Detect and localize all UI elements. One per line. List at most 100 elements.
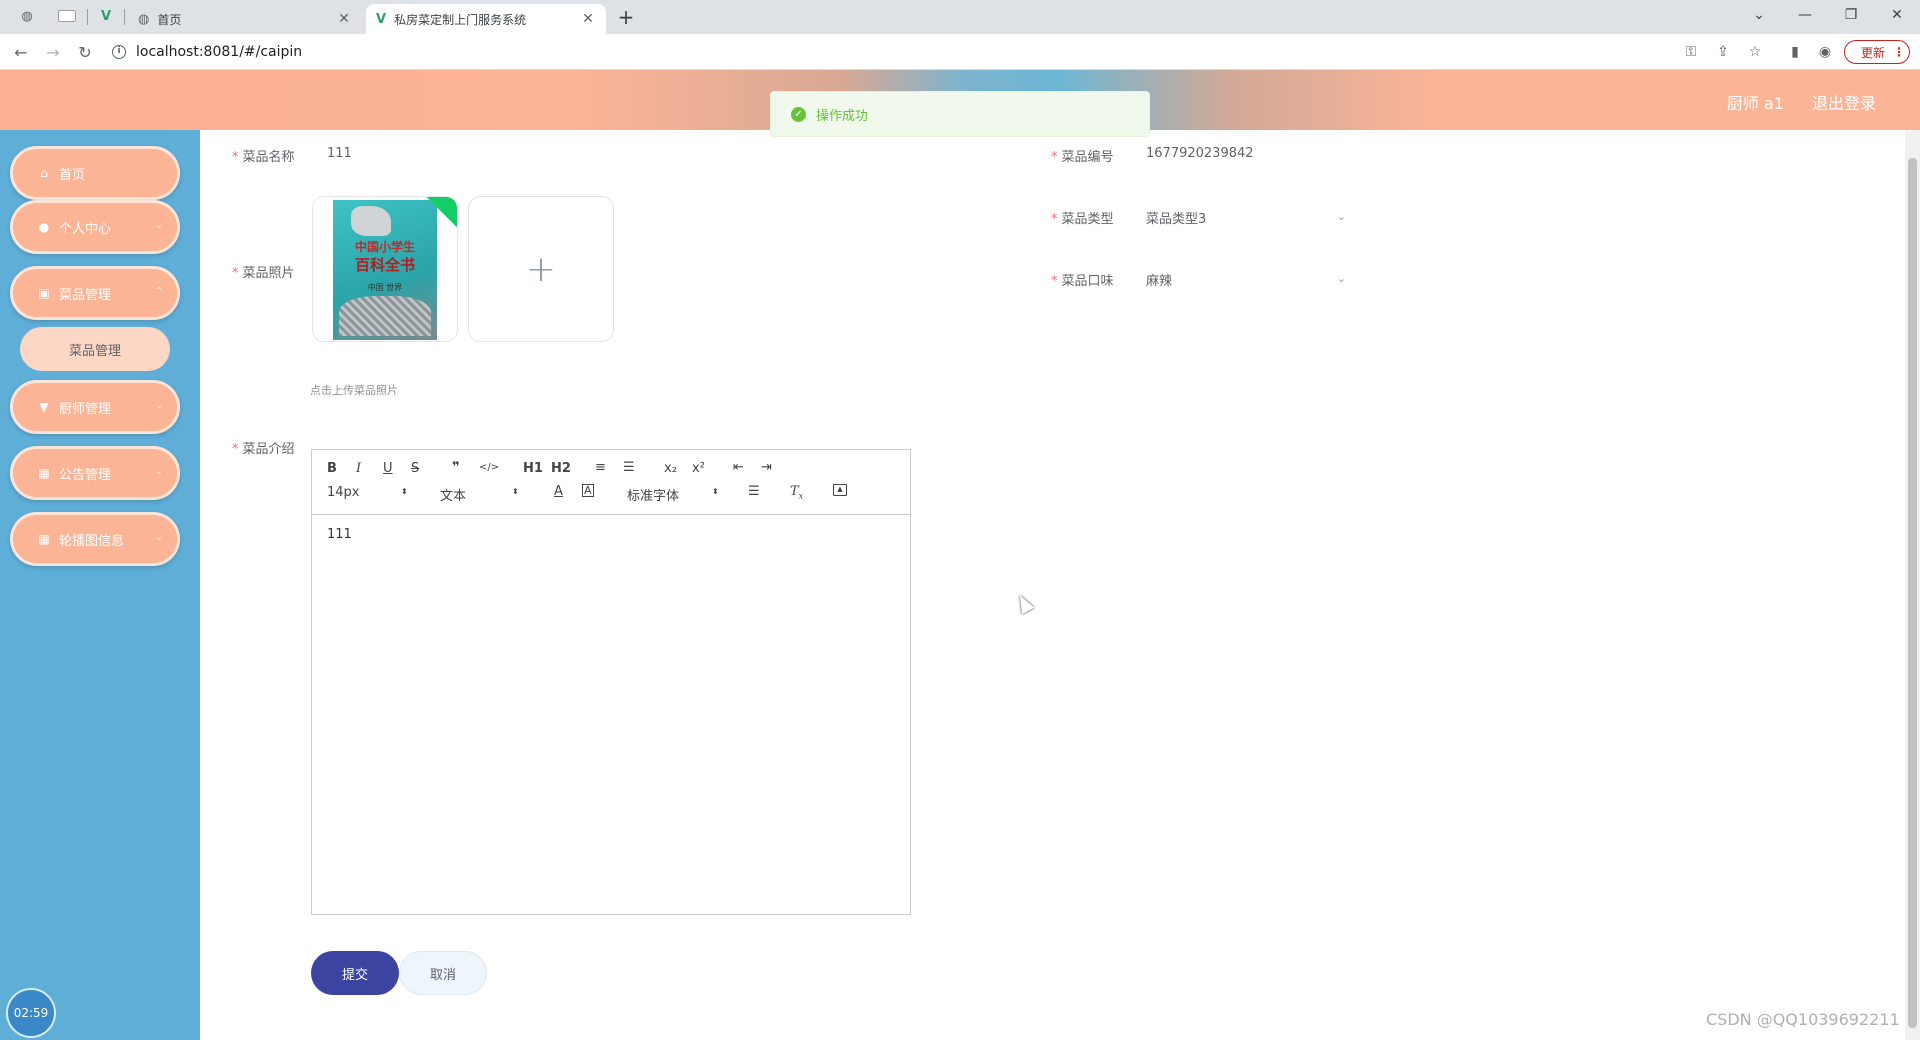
logout-button[interactable]: 退出登录	[1812, 90, 1876, 114]
up-down-icon: ⬍	[401, 487, 408, 496]
sidebar-item-carousel[interactable]: ▦ 轮播图信息 ⌄	[10, 512, 180, 566]
blockquote-button[interactable]: ❞	[452, 460, 460, 475]
sidebar-item-home[interactable]: ⌂ 首页	[10, 146, 180, 200]
profile-icon[interactable]: ◉	[1815, 42, 1835, 62]
bold-button[interactable]: B	[327, 461, 337, 476]
window-close-button[interactable]: ✕	[1874, 0, 1920, 30]
dish-taste-select[interactable]: 麻辣 ⌄	[1146, 262, 1346, 296]
star-icon[interactable]: ☆	[1745, 42, 1765, 62]
key-icon[interactable]: ⚿	[1681, 42, 1701, 62]
dish-type-label: * 菜品类型	[1051, 212, 1114, 227]
info-icon[interactable]: i	[112, 45, 126, 59]
dish-number-field[interactable]: 1677920239842	[1146, 146, 1254, 161]
font-family-select[interactable]: 标准字体 ⬍	[627, 485, 722, 504]
page-scrollbar[interactable]	[1905, 130, 1920, 1040]
rich-text-editor: B I U S ❞ </> H1 H2 ≡ ☰ x₂ x² ⇤ ⇥ 14px ⬍…	[311, 449, 911, 915]
image-icon[interactable]: ▲	[833, 484, 847, 496]
restore-button[interactable]: ❐	[1828, 0, 1874, 30]
close-icon[interactable]: ✕	[336, 11, 352, 27]
sidebar-item-label: 公告管理	[59, 467, 112, 483]
dish-type-select[interactable]: 菜品类型3 ⌄	[1146, 200, 1346, 234]
submenu-dish-management[interactable]: 菜品管理	[20, 327, 170, 371]
sidebar-item-profile[interactable]: ● 个人中心 ⌄	[10, 200, 180, 254]
more-icon: ⋮	[1893, 45, 1906, 59]
cover-line2: 百科全书	[354, 256, 415, 274]
up-down-icon: ⬍	[712, 487, 719, 496]
tab-label: 私房菜定制上门服务系统	[394, 12, 527, 27]
update-button[interactable]: 更新 ⋮	[1844, 40, 1910, 64]
statue-shape	[351, 206, 391, 236]
globe-icon[interactable]: ◍	[19, 8, 35, 24]
superscript-button[interactable]: x²	[692, 461, 705, 476]
block-format-value: 文本	[440, 489, 467, 504]
home-icon: ⌂	[40, 166, 48, 180]
bullet-list-button[interactable]: ☰	[623, 460, 635, 475]
italic-button[interactable]: I	[356, 461, 361, 476]
subscript-button[interactable]: x₂	[664, 461, 677, 476]
strike-button[interactable]: S	[411, 461, 419, 476]
upload-hint: 点击上传菜品照片	[310, 384, 398, 397]
address-bar: ← → ↻ i localhost:8081/#/caipin ⚿ ⇪ ☆ ▮ …	[0, 34, 1920, 70]
cancel-button[interactable]: 取消	[399, 951, 487, 995]
plus-icon: +	[525, 248, 557, 290]
upload-add-button[interactable]: +	[468, 196, 614, 342]
update-label: 更新	[1861, 45, 1886, 60]
dish-name-field[interactable]: 111	[327, 146, 352, 161]
sidebar-item-notices[interactable]: ▦ 公告管理 ⌄	[10, 446, 180, 500]
h2-button[interactable]: H2	[551, 461, 571, 476]
indent-button[interactable]: ⇥	[761, 460, 772, 475]
chevron-down-icon: ⌄	[1336, 272, 1346, 285]
align-icon[interactable]: ☰	[748, 484, 760, 499]
new-tab-button[interactable]: +	[614, 6, 638, 30]
reload-icon[interactable]: ↻	[74, 41, 96, 63]
sidebar-item-dishes[interactable]: ▣ 菜品管理 ⌃	[10, 266, 180, 320]
submit-button[interactable]: 提交	[311, 951, 399, 995]
scrollbar-thumb[interactable]	[1908, 158, 1917, 1028]
font-size-select[interactable]: 14px ⬍	[327, 485, 412, 500]
h1-button[interactable]: H1	[523, 461, 543, 476]
close-icon[interactable]: ✕	[580, 11, 596, 27]
outdent-button[interactable]: ⇤	[733, 460, 744, 475]
dish-intro-label: * 菜品介绍	[232, 442, 295, 457]
sidebar: ⌂ 首页 ● 个人中心 ⌄ ▣ 菜品管理 ⌃ 菜品管理 ▼ 厨师管理 ⌄ ▦ 公…	[0, 130, 200, 1040]
editor-content[interactable]: 111	[312, 515, 910, 554]
background-color-icon[interactable]: A	[582, 484, 594, 497]
forward-icon[interactable]: →	[42, 41, 64, 63]
tab-group-icon[interactable]	[58, 10, 76, 22]
underline-button[interactable]: U	[383, 461, 393, 476]
chef-icon: ▼	[39, 400, 49, 414]
vue-icon[interactable]: V	[98, 8, 114, 24]
font-color-icon[interactable]: A	[554, 484, 563, 499]
cover-line1: 中国小学生	[354, 240, 415, 254]
dish-type-value: 菜品类型3	[1146, 211, 1207, 227]
grid-icon: ▦	[38, 466, 50, 480]
url-field[interactable]: i localhost:8081/#/caipin	[112, 39, 1672, 65]
tab-search-icon[interactable]: ⌄	[1736, 0, 1782, 30]
clock-badge: 02:59	[6, 988, 56, 1038]
tab-system[interactable]: V 私房菜定制上门服务系统 ✕	[366, 4, 606, 34]
code-block-button[interactable]: </>	[479, 462, 499, 473]
book-cover-image: 中国小学生 百科全书 中国 世界	[333, 200, 437, 340]
browser-tab-strip: ◍ V ◍ 首页 ✕ V 私房菜定制上门服务系统 ✕ + ⌄ — ❐ ✕	[0, 0, 1920, 34]
chevron-down-icon: ⌄	[154, 466, 163, 477]
share-icon[interactable]: ⇪	[1713, 42, 1733, 62]
clear-format-icon[interactable]: Tx	[790, 484, 803, 501]
dish-number-label: * 菜品编号	[1051, 150, 1114, 165]
url-text: localhost:8081/#/caipin	[136, 44, 303, 60]
uploaded-photo[interactable]: 中国小学生 百科全书 中国 世界	[312, 196, 458, 342]
tab-separator	[124, 9, 125, 25]
tab-label: 首页	[157, 12, 182, 27]
editor-toolbar: B I U S ❞ </> H1 H2 ≡ ☰ x₂ x² ⇤ ⇥ 14px ⬍…	[312, 450, 910, 515]
block-format-select[interactable]: 文本 ⬍	[440, 485, 525, 504]
chevron-down-icon: ⌄	[154, 220, 163, 231]
ordered-list-button[interactable]: ≡	[595, 460, 606, 475]
tab-home[interactable]: ◍ 首页 ✕	[128, 4, 362, 34]
user-icon: ●	[38, 220, 50, 234]
dish-photo-label: * 菜品照片	[232, 266, 295, 281]
current-user: 厨师 a1	[1726, 94, 1784, 113]
minimize-button[interactable]: —	[1782, 0, 1828, 30]
sidebar-item-chefs[interactable]: ▼ 厨师管理 ⌄	[10, 380, 180, 434]
back-icon[interactable]: ←	[10, 41, 32, 63]
side-panel-icon[interactable]: ▮	[1785, 42, 1805, 62]
success-toast: ✓ 操作成功	[770, 91, 1150, 137]
